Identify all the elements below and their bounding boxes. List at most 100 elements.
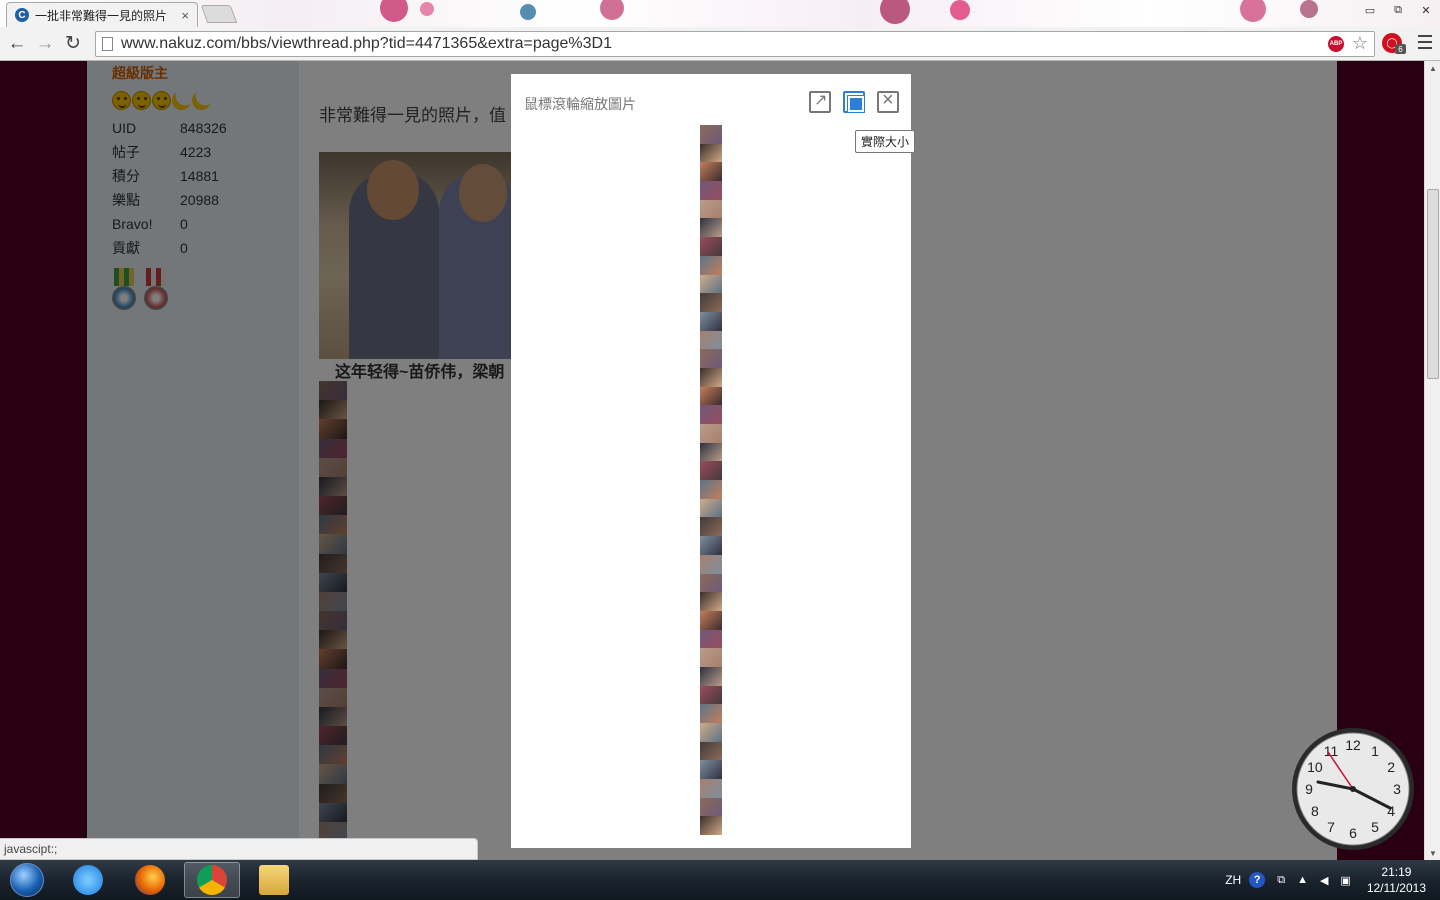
browser-toolbar: ← → ↻ www.nakuz.com/bbs/viewthread.php?t… [0,27,1440,61]
show-hidden-icons-icon[interactable]: ▲ [1297,874,1308,886]
taskbar-firefox[interactable] [122,862,178,898]
volume-icon[interactable]: ◀ [1320,874,1328,887]
clock-number: 8 [1311,803,1319,819]
thumbnail-image[interactable] [700,218,722,238]
reload-button[interactable]: ↻ [59,30,87,58]
decor-flower [380,0,408,22]
restore-button[interactable]: ⧉ [1384,0,1412,20]
bookmark-star-icon[interactable]: ☆ [1352,33,1368,54]
actual-size-icon[interactable] [843,91,865,113]
site-favicon-icon: C [15,8,29,22]
chrome-icon [197,865,227,895]
thumbnail-image[interactable] [700,405,722,424]
taskbar-chrome[interactable] [184,862,240,898]
decor-flower [420,2,434,16]
clock-number: 6 [1349,825,1357,841]
address-bar[interactable]: www.nakuz.com/bbs/viewthread.php?tid=447… [95,31,1375,57]
thumbnail-image[interactable] [700,293,722,312]
windows-taskbar: ZH ? ⧉ ▲ ◀ ▣ 21:19 12/11/2013 [0,860,1440,900]
thumbnail-image[interactable] [700,648,722,667]
thumbnail-image[interactable] [700,125,722,144]
taskbar-explorer[interactable] [246,862,302,898]
thumbnail-image[interactable] [700,536,722,555]
chrome-menu-icon[interactable] [1418,35,1432,49]
lightbox-image[interactable] [700,125,722,836]
internet-explorer-icon [73,865,103,895]
network-icon[interactable]: ⧉ [1277,874,1285,887]
thumbnail-image[interactable] [700,610,722,630]
thumbnail-image[interactable] [700,816,722,836]
thumbnail-image[interactable] [700,311,722,331]
clock-number: 1 [1371,743,1379,759]
thumbnail-image[interactable] [700,723,722,742]
thumbnail-image[interactable] [700,498,722,518]
window-controls: ▭ ⧉ ✕ [1356,0,1440,20]
thumbnail-image[interactable] [700,704,722,723]
tab-title: 一批非常難得一見的照片 [35,8,168,23]
thumbnail-image[interactable] [700,367,722,387]
thumbnail-image[interactable] [700,779,722,798]
taskbar-clock[interactable]: 21:19 12/11/2013 [1367,864,1426,896]
thumbnail-image[interactable] [700,666,722,686]
close-window-button[interactable]: ✕ [1412,0,1440,20]
close-icon[interactable] [877,89,899,113]
page-scrollbar[interactable]: ▲ ▼ [1424,61,1440,860]
decor-flower [1240,0,1266,22]
thumbnail-image[interactable] [700,386,722,406]
thumbnail-image[interactable] [700,442,722,462]
thumbnail-image[interactable] [700,573,722,593]
tab-strip: C 一批非常難得一見的照片 × ▭ ⧉ ✕ [0,0,1440,27]
image-lightbox: 鼠標滾輪縮放圖片 [511,74,911,848]
scrollbar-thumb[interactable] [1427,189,1439,379]
thumbnail-image[interactable] [700,685,722,705]
thumbnail-image[interactable] [700,741,722,761]
thumbnail-image[interactable] [700,181,722,200]
thumbnail-image[interactable] [700,629,722,649]
status-bubble: javascipt:; [0,838,478,860]
clock-number: 2 [1387,759,1395,775]
thumbnail-image[interactable] [700,461,722,481]
start-button[interactable] [6,860,48,900]
clock-number: 7 [1327,819,1335,835]
new-tab-button[interactable] [200,5,238,23]
tab-close-icon[interactable]: × [181,8,189,23]
clock-number: 5 [1371,819,1379,835]
tooltip: 實際大小 [855,130,916,153]
thumbnail-image[interactable] [700,199,722,219]
thumbnail-image[interactable] [700,330,722,350]
taskbar-ie[interactable] [60,862,116,898]
thumbnail-image[interactable] [700,424,722,443]
windows-logo-icon [10,863,44,897]
thumbnail-image[interactable] [700,349,722,368]
clock-gadget[interactable]: 12 1234567891011 [1290,726,1416,852]
folder-icon [259,865,289,895]
thumbnail-image[interactable] [700,143,722,163]
thumbnail-image[interactable] [700,554,722,574]
tab-active[interactable]: C 一批非常難得一見的照片 × [6,2,198,27]
clock-number: 10 [1307,759,1323,775]
help-icon[interactable]: ? [1249,872,1266,888]
open-in-new-window-icon[interactable] [809,90,831,113]
url-text[interactable]: www.nakuz.com/bbs/viewthread.php?tid=447… [121,35,612,53]
page-icon [102,37,113,51]
thumbnail-image[interactable] [700,255,722,275]
scroll-up-arrow-icon[interactable]: ▲ [1425,61,1440,75]
action-center-icon[interactable]: ▣ [1340,874,1350,887]
thumbnail-image[interactable] [700,480,722,499]
thumbnail-image[interactable] [700,592,722,611]
language-indicator[interactable]: ZH [1225,873,1241,887]
thumbnail-image[interactable] [700,237,722,256]
thumbnail-image[interactable] [700,162,722,182]
adblock-icon[interactable]: ABP [1328,36,1344,52]
thumbnail-image[interactable] [700,274,722,294]
extension-badge: 6 [1395,44,1406,54]
forward-button[interactable]: → [31,30,59,58]
thumbnail-image[interactable] [700,517,722,537]
clock-date: 12/11/2013 [1366,881,1426,895]
thumbnail-image[interactable] [700,760,722,780]
thumbnail-image[interactable] [700,797,722,817]
scroll-down-arrow-icon[interactable]: ▼ [1425,846,1440,860]
minimize-button[interactable]: ▭ [1356,0,1384,20]
clock-number: 12 [1345,737,1361,753]
back-button[interactable]: ← [3,30,31,58]
